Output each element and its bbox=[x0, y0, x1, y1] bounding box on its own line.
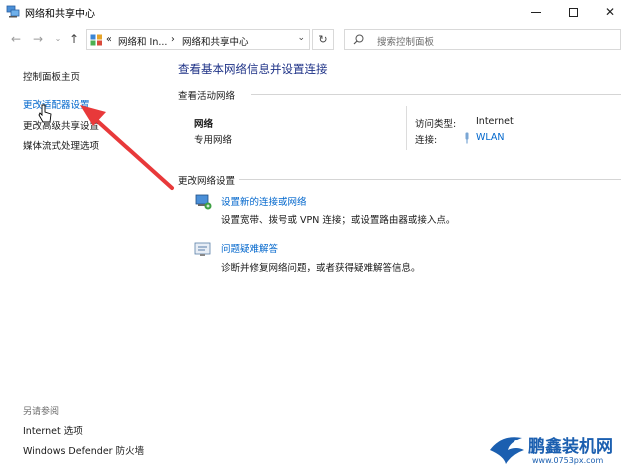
up-button[interactable]: ↑ bbox=[66, 31, 82, 47]
watermark-url: www.0753px.com bbox=[532, 456, 604, 465]
nav-change-adapter-settings[interactable]: 更改适配器设置 bbox=[23, 97, 90, 111]
see-also-heading: 另请参阅 bbox=[23, 407, 60, 417]
minimize-button[interactable] bbox=[516, 0, 556, 24]
forward-button[interactable]: → bbox=[30, 31, 46, 47]
site-logo-icon bbox=[490, 437, 524, 464]
search-icon bbox=[353, 34, 364, 45]
left-nav-pane: 控制面板主页 更改适配器设置 更改高级共享设置 媒体流式处理选项 另请参阅 In… bbox=[0, 52, 165, 472]
maximize-button[interactable] bbox=[553, 0, 593, 24]
close-button[interactable]: ✕ bbox=[590, 0, 628, 24]
arrow-right-icon: → bbox=[32, 32, 44, 46]
navigation-bar: ← → ⌄ ↑ « 网络和 In... › 网络和共享中心 ⌄ ↻ 搜索控制面板 bbox=[0, 26, 628, 52]
refresh-icon: ↻ bbox=[318, 33, 328, 46]
nav-change-advanced-sharing[interactable]: 更改高级共享设置 bbox=[23, 118, 99, 132]
minimize-icon bbox=[531, 11, 541, 13]
active-networks-heading: 查看活动网络 bbox=[178, 91, 236, 102]
wlan-connection-link[interactable]: WLAN bbox=[476, 132, 505, 143]
connections-label: 连接: bbox=[415, 135, 438, 146]
refresh-button[interactable]: ↻ bbox=[312, 29, 334, 50]
watermark-brand: 鹏鑫装机网 bbox=[528, 437, 613, 457]
maximize-icon bbox=[568, 7, 578, 17]
search-placeholder: 搜索控制面板 bbox=[377, 37, 435, 48]
hand-cursor-icon bbox=[38, 104, 52, 123]
breadcrumb-separator[interactable]: › bbox=[171, 34, 175, 45]
main-content: 查看基本网络信息并设置连接 查看活动网络 网络 专用网络 访问类型: Inter… bbox=[165, 52, 628, 472]
divider bbox=[239, 179, 621, 180]
nav-internet-options[interactable]: Internet 选项 bbox=[23, 423, 83, 437]
troubleshoot-link[interactable]: 问题疑难解答 bbox=[221, 241, 278, 255]
breadcrumb-overflow[interactable]: « bbox=[106, 34, 112, 45]
window-title: 网络和共享中心 bbox=[25, 9, 95, 20]
nav-windows-defender-firewall[interactable]: Windows Defender 防火墙 bbox=[23, 443, 144, 457]
chevron-down-icon[interactable]: ⌄ bbox=[297, 33, 305, 43]
nav-control-panel-home[interactable]: 控制面板主页 bbox=[23, 69, 80, 83]
address-bar[interactable]: « 网络和 In... › 网络和共享中心 ⌄ bbox=[86, 29, 310, 50]
title-bar: 网络和共享中心 ✕ bbox=[0, 0, 628, 24]
chevron-down-icon: ⌄ bbox=[54, 34, 62, 43]
page-title: 查看基本网络信息并设置连接 bbox=[178, 62, 328, 76]
new-connection-icon bbox=[195, 194, 212, 210]
troubleshoot-desc: 诊断并修复网络问题，或者获得疑难解答信息。 bbox=[221, 263, 421, 274]
back-button[interactable]: ← bbox=[8, 31, 24, 47]
troubleshoot-icon bbox=[194, 242, 211, 256]
access-type-value: Internet bbox=[476, 116, 514, 127]
divider bbox=[251, 94, 621, 95]
setup-new-connection-link[interactable]: 设置新的连接或网络 bbox=[221, 194, 307, 208]
recent-locations-button[interactable]: ⌄ bbox=[50, 31, 66, 47]
change-settings-heading: 更改网络设置 bbox=[178, 176, 236, 187]
network-type: 专用网络 bbox=[194, 135, 233, 146]
access-type-label: 访问类型: bbox=[415, 119, 457, 130]
network-name: 网络 bbox=[194, 119, 214, 130]
search-input[interactable]: 搜索控制面板 bbox=[344, 29, 621, 50]
breadcrumb-network-internet[interactable]: 网络和 In... bbox=[118, 34, 167, 48]
nav-media-streaming[interactable]: 媒体流式处理选项 bbox=[23, 138, 99, 152]
wifi-signal-icon bbox=[465, 132, 469, 144]
control-panel-icon bbox=[90, 34, 102, 46]
network-center-icon bbox=[6, 5, 20, 18]
close-icon: ✕ bbox=[604, 5, 616, 19]
setup-new-connection-desc: 设置宽带、拨号或 VPN 连接；或设置路由器或接入点。 bbox=[221, 215, 456, 226]
arrow-left-icon: ← bbox=[10, 32, 22, 46]
divider bbox=[406, 106, 407, 150]
breadcrumb-sharing-center[interactable]: 网络和共享中心 bbox=[182, 34, 249, 48]
arrow-up-icon: ↑ bbox=[68, 32, 80, 46]
watermark: 鹏鑫装机网 www.0753px.com bbox=[486, 428, 628, 472]
